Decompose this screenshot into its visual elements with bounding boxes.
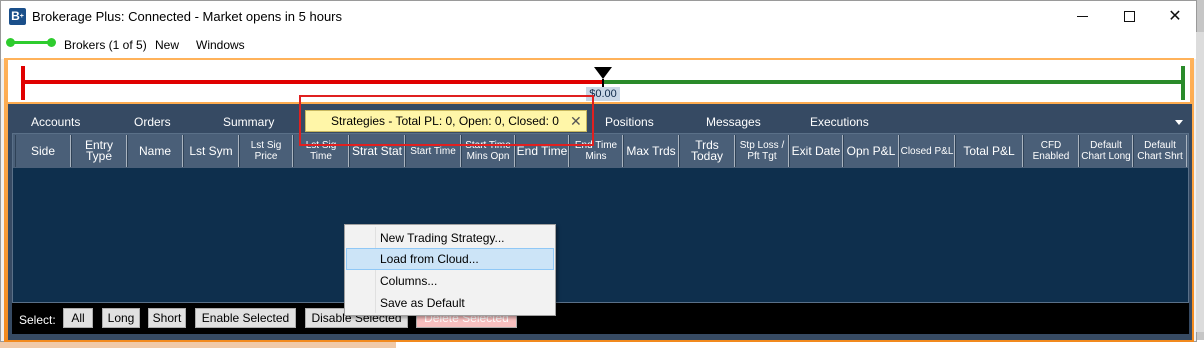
col-trds-today[interactable]: Trds Today [679,135,735,167]
minimize-icon [1076,15,1088,17]
col-closed-pl[interactable]: Closed P&L [899,135,955,167]
tab-orders[interactable]: Orders [134,115,171,129]
col-total-pl[interactable]: Total P&L [955,135,1023,167]
connection-status-icon [6,37,56,47]
select-bar [12,303,1189,334]
tab-overflow-dropdown-icon[interactable] [1175,120,1183,125]
col-side[interactable]: Side [15,135,71,167]
tab-strategies-label: Strategies - Total PL: 0, Open: 0, Close… [331,114,559,128]
pnl-marker-icon [594,67,612,79]
tab-executions[interactable]: Executions [810,115,869,129]
context-menu: New Trading Strategy... Load from Cloud.… [344,224,556,316]
col-stp-loss-pft-tgt[interactable]: Stp Loss / Pft Tgt [735,135,789,167]
col-opn-pl[interactable]: Opn P&L [843,135,899,167]
tab-close-icon[interactable]: ✕ [570,111,582,131]
close-button[interactable]: ✕ [1152,0,1198,32]
col-start-time[interactable]: Start Time [405,135,461,167]
col-exit-date[interactable]: Exit Date [789,135,843,167]
tab-strategies[interactable]: Strategies - Total PL: 0, Open: 0, Close… [305,110,587,132]
col-lst-sig-price[interactable]: Lst Sig Price [239,135,293,167]
enable-selected-button[interactable]: Enable Selected [195,308,296,328]
col-end-time[interactable]: End Time [515,135,569,167]
pnl-value-label: $0.00 [586,87,620,101]
grid-header: Side Entry Type Name Lst Sym Lst Sig Pri… [13,134,1188,168]
close-icon: ✕ [1168,8,1182,25]
menu-save-as-default[interactable]: Save as Default [346,292,554,314]
maximize-button[interactable] [1106,0,1152,32]
app-logo-icon: B+ [9,8,26,25]
col-end-time-mins[interactable]: End Time Mins [569,135,623,167]
select-label: Select: [19,313,56,327]
col-entry-type[interactable]: Entry Type [71,135,127,167]
pnl-positive-range [602,80,1184,84]
pnl-marker-stem [602,79,604,87]
col-max-trds[interactable]: Max Trds [623,135,679,167]
menu-columns[interactable]: Columns... [346,270,554,292]
col-lst-sig-time[interactable]: Lst Sig Time [293,135,349,167]
tab-positions[interactable]: Positions [605,115,654,129]
menu-new[interactable]: New [155,38,179,52]
menu-bar [1,33,1196,59]
vertical-scrollbar[interactable] [1196,32,1204,332]
menu-new-trading-strategy[interactable]: New Trading Strategy... [346,227,554,249]
col-default-chart-long[interactable]: Default Chart Long [1079,135,1133,167]
col-default-chart-shrt[interactable]: Default Chart Shrt [1133,135,1187,167]
menu-windows[interactable]: Windows [196,38,245,52]
strategies-grid[interactable]: Side Entry Type Name Lst Sym Lst Sig Pri… [12,133,1189,303]
col-name[interactable]: Name [127,135,183,167]
maximize-icon [1123,10,1135,22]
tab-accounts[interactable]: Accounts [31,115,80,129]
col-strat-stat[interactable]: Strat Stat [349,135,405,167]
menu-brokers[interactable]: Brokers (1 of 5) [64,38,147,52]
col-lst-sym[interactable]: Lst Sym [183,135,239,167]
select-long-button[interactable]: Long [102,308,140,328]
window-title: Brokerage Plus: Connected - Market opens… [32,9,343,24]
pnl-negative-range [22,80,602,84]
select-short-button[interactable]: Short [148,308,186,328]
minimize-button[interactable] [1059,0,1105,32]
menu-load-from-cloud[interactable]: Load from Cloud... [346,248,554,270]
pnl-positive-cap [1181,66,1185,100]
col-start-time-mins-opn[interactable]: Start Time Mins Opn [461,135,515,167]
tab-messages[interactable]: Messages [706,115,761,129]
tab-summary[interactable]: Summary [223,115,274,129]
col-cfd-enabled[interactable]: CFD Enabled [1023,135,1079,167]
select-all-button[interactable]: All [63,308,93,328]
